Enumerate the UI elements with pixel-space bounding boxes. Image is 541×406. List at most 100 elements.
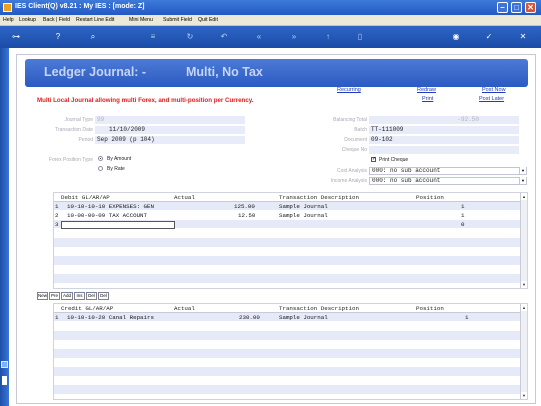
menu-quit-edit[interactable]: Quit Edit: [198, 17, 218, 23]
window-title: IES Client(Q) v8.21 : My IES : [mode: Z]: [15, 3, 145, 10]
workspace: Ledger Journal: - Multi, No Tax Recurrin…: [9, 48, 541, 406]
menu-back-field[interactable]: Back | Field: [43, 17, 70, 23]
recurring-link[interactable]: Recurring: [337, 87, 361, 93]
warning-message: Multi Local Journal allowing multi Forex…: [37, 97, 254, 104]
menu-bar: Help Lookup Back | Field Restart Line Ed…: [0, 15, 541, 26]
credit-account-cell[interactable]: 10-10-10-20 Canal Repairs: [67, 314, 154, 321]
add-row-button[interactable]: Add: [61, 292, 73, 300]
forward-icon[interactable]: »: [288, 32, 300, 41]
description-cell[interactable]: Sample Journal: [279, 212, 328, 219]
del-row-button-2[interactable]: Del: [98, 292, 109, 300]
position-cell[interactable]: 1: [461, 203, 464, 210]
active-account-input[interactable]: [61, 221, 175, 229]
table-row[interactable]: 1 10-10-10-10 EXPENSES: GEN 125.00 Sampl…: [54, 202, 520, 211]
close-window-button[interactable]: ✕: [525, 2, 536, 13]
scroll-down-icon[interactable]: ▼: [521, 281, 527, 288]
recycle-icon[interactable]: ↻: [184, 32, 196, 41]
cheque-no-label: Cheque No: [341, 147, 367, 153]
document-label: Document: [344, 137, 367, 143]
menu-submit-field[interactable]: Submit Field: [163, 17, 192, 23]
app-icon: [3, 3, 12, 12]
print-cheque-label: Print Cheque: [379, 157, 409, 163]
toolbar: ⊶ ? ⌕ ≡ ↻ ↶ « » ↑ ▯ ◉ ✓ ✕: [0, 26, 541, 48]
redraw-link[interactable]: Redraw: [417, 87, 436, 93]
pre-row-button[interactable]: Pre: [49, 292, 60, 300]
cost-analysis-chevron-down-icon[interactable]: ▼: [519, 167, 526, 174]
print-link[interactable]: Print: [422, 96, 433, 102]
check-icon[interactable]: ✓: [483, 32, 495, 41]
actual-cell[interactable]: 12.50: [238, 212, 255, 219]
document-icon[interactable]: [2, 376, 7, 385]
ledger-journal-form: Ledger Journal: - Multi, No Tax Recurrin…: [16, 54, 536, 404]
col-position: Position: [416, 194, 444, 201]
save-icon[interactable]: ▯: [354, 32, 366, 41]
post-later-link[interactable]: Post Later: [479, 96, 504, 102]
balancing-total-field: -92.50: [369, 116, 519, 124]
debit-account-cell[interactable]: 10-10-10-10 EXPENSES: GEN: [67, 203, 154, 210]
menu-mini-menu[interactable]: Mini Menu: [129, 17, 153, 23]
col-actual: Actual: [174, 305, 195, 312]
menu-restart-line-edit[interactable]: Restart Line Edit: [76, 17, 114, 23]
debit-grid-header: Debit GL/AR/AP Actual Transaction Descri…: [54, 193, 520, 202]
col-credit-account: Credit GL/AR/AP: [61, 305, 114, 312]
journal-type-field[interactable]: 99: [95, 116, 245, 124]
document-field[interactable]: 09-102: [369, 136, 519, 144]
transaction-date-label: Transaction Date: [55, 127, 93, 133]
position-cell[interactable]: 1: [461, 212, 464, 219]
minimize-button[interactable]: –: [497, 2, 508, 13]
page-title: Ledger Journal: -: [44, 65, 147, 79]
back-icon[interactable]: ↶: [218, 32, 230, 41]
income-analysis-chevron-down-icon[interactable]: ▼: [519, 177, 526, 184]
batch-field[interactable]: TT-111009: [369, 126, 519, 134]
description-cell[interactable]: Sample Journal: [279, 314, 328, 321]
menu-help[interactable]: Help: [3, 17, 14, 23]
del-row-button[interactable]: Del: [86, 292, 97, 300]
position-cell[interactable]: 0: [461, 221, 464, 228]
menu-lookup[interactable]: Lookup: [19, 17, 36, 23]
debit-grid-scrollbar[interactable]: ▲ ▼: [520, 193, 527, 288]
cost-analysis-label: Cost Analysis: [336, 168, 367, 174]
cheque-no-field[interactable]: [369, 146, 519, 154]
rewind-icon[interactable]: «: [253, 32, 265, 41]
print-cheque-checkbox[interactable]: ✓: [371, 157, 376, 162]
income-analysis-label: Income Analysis: [330, 178, 367, 184]
table-row[interactable]: 2 10-00-00-09 TAX ACCOUNT 12.50 Sample J…: [54, 211, 520, 220]
journal-type-label: Journal Type: [64, 117, 93, 123]
credit-grid-scrollbar[interactable]: ▲ ▼: [520, 304, 527, 399]
debit-account-cell[interactable]: 10-00-00-09 TAX ACCOUNT: [67, 212, 147, 219]
key-icon[interactable]: ⊶: [6, 32, 26, 41]
title-bar: IES Client(Q) v8.21 : My IES : [mode: Z]…: [0, 0, 541, 15]
cost-analysis-select[interactable]: 000: no sub account: [369, 167, 527, 175]
row-number: 1: [55, 203, 59, 210]
actual-cell[interactable]: 125.00: [234, 203, 255, 210]
position-cell[interactable]: 1: [465, 314, 468, 321]
scroll-up-icon[interactable]: ▲: [521, 304, 527, 311]
scroll-up-icon[interactable]: ▲: [521, 193, 527, 200]
radio-by-rate[interactable]: [98, 166, 103, 171]
period-field[interactable]: Sep 2009 (p 104): [95, 136, 245, 144]
new-row-button[interactable]: New: [37, 292, 48, 300]
globe-icon[interactable]: ◉: [450, 32, 462, 41]
actual-cell[interactable]: 230.00: [239, 314, 260, 321]
search-icon[interactable]: ⌕: [87, 32, 99, 41]
radio-by-amount[interactable]: [98, 156, 103, 161]
scroll-down-icon[interactable]: ▼: [521, 392, 527, 399]
close-icon[interactable]: ✕: [517, 32, 529, 41]
credit-grid: Credit GL/AR/AP Actual Transaction Descr…: [53, 303, 528, 400]
by-rate-label: By Rate: [107, 166, 125, 172]
by-amount-label: By Amount: [107, 156, 132, 162]
transaction-date-field[interactable]: 11/10/2009: [95, 126, 245, 134]
help-icon[interactable]: ?: [52, 32, 64, 41]
income-analysis-select[interactable]: 000: no sub account: [369, 177, 527, 185]
table-row[interactable]: 1 10-10-10-20 Canal Repairs 230.00 Sampl…: [54, 313, 520, 322]
ins-row-button[interactable]: Ins: [74, 292, 85, 300]
maximize-button[interactable]: □: [511, 2, 522, 13]
period-label: Period: [78, 137, 93, 143]
description-cell[interactable]: Sample Journal: [279, 203, 328, 210]
forex-position-label: Forex Position Type: [48, 157, 93, 163]
col-description: Transaction Description: [279, 305, 360, 312]
list-icon[interactable]: ≡: [147, 32, 159, 41]
post-now-link[interactable]: Post Now: [482, 87, 506, 93]
ies-icon[interactable]: [1, 361, 8, 368]
up-icon[interactable]: ↑: [322, 32, 334, 41]
